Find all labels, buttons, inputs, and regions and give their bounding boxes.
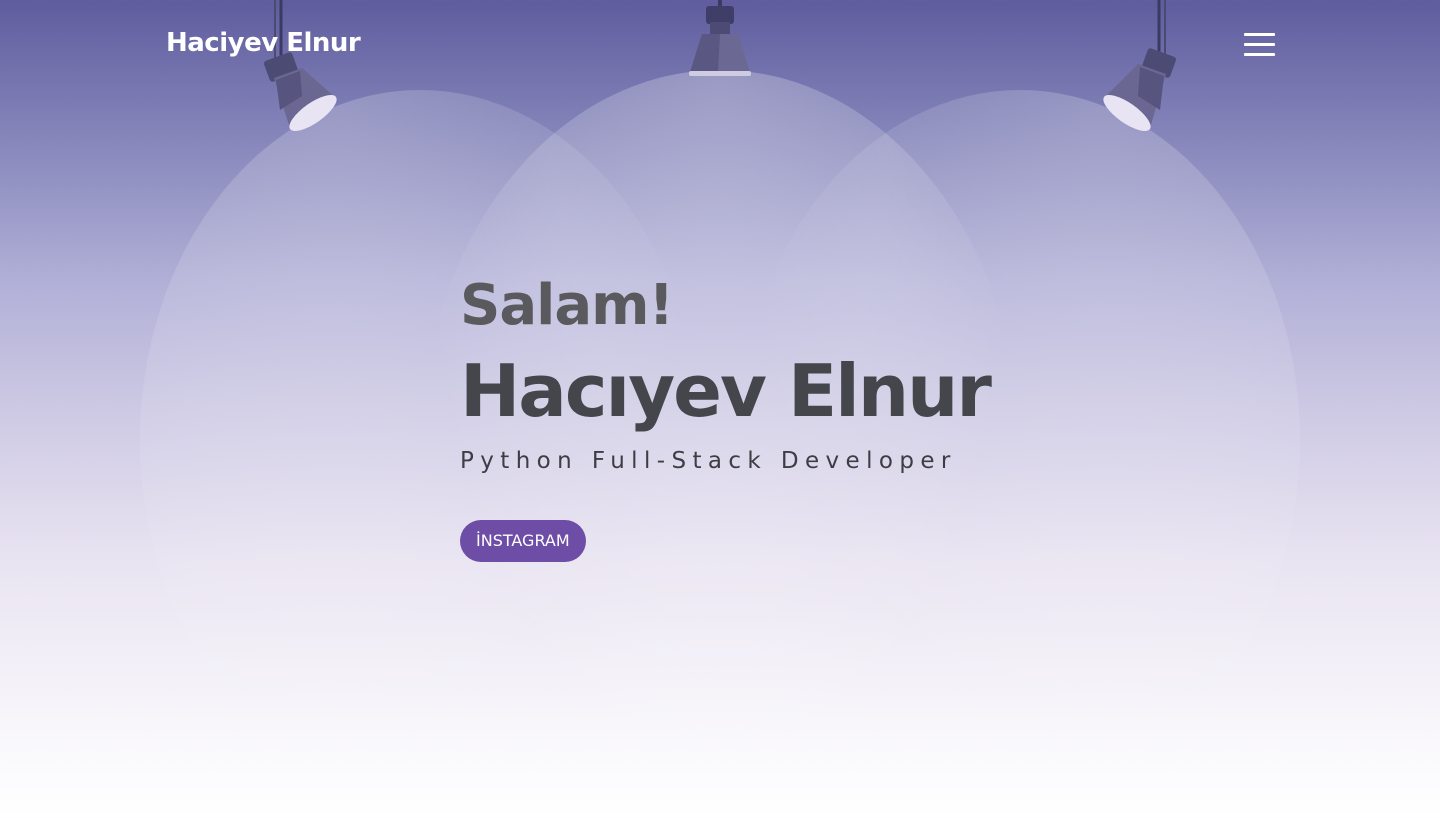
menu-bar-bottom (1244, 53, 1275, 56)
hero-greeting: Salam! (460, 273, 674, 338)
instagram-button[interactable]: İNSTAGRAM (460, 520, 586, 562)
menu-bar-middle (1244, 43, 1275, 46)
hero-role: Python Full-Stack Developer (460, 448, 957, 474)
menu-bar-top (1244, 33, 1275, 36)
hamburger-menu-icon[interactable] (1244, 33, 1276, 57)
hero-section: Salam! Hacıyev Elnur Python Full-Stack D… (460, 270, 1160, 562)
top-nav: Haciyev Elnur (0, 0, 1440, 90)
hero-name: Hacıyev Elnur (460, 349, 992, 433)
brand-logo[interactable]: Haciyev Elnur (166, 28, 361, 58)
